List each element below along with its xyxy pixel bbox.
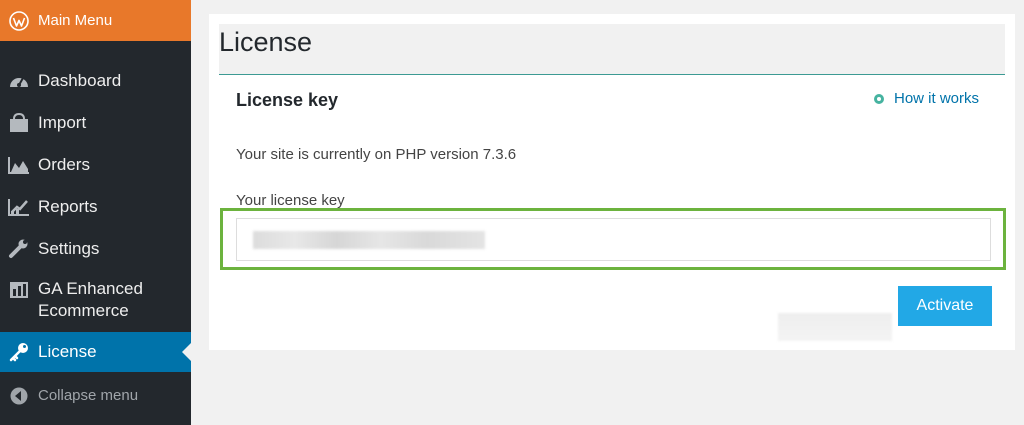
redacted-key-value (253, 230, 485, 249)
section-title: License key (236, 90, 339, 110)
collapse-icon (0, 386, 38, 406)
php-version-notice: Your site is currently on PHP version 7.… (236, 146, 517, 163)
admin-sidebar: Main Menu Dashboard Import Orders Report… (0, 0, 191, 425)
sidebar-item-orders[interactable]: Orders (0, 148, 191, 182)
page-header: License (219, 24, 1005, 75)
redaction-smudge (778, 313, 892, 341)
cart-icon (0, 113, 38, 133)
ga-icon (0, 278, 38, 299)
sidebar-item-label-line1: GA Enhanced (38, 279, 143, 298)
sidebar-item-label-line2: Ecommerce (38, 301, 129, 320)
sidebar-item-label: Reports (38, 197, 98, 216)
sidebar-item-label: Settings (38, 239, 100, 258)
license-key-input[interactable] (236, 218, 991, 261)
line-chart-icon (0, 197, 38, 217)
collapse-menu-button[interactable]: Collapse menu (0, 380, 191, 412)
sidebar-item-label: Dashboard (38, 71, 122, 90)
sidebar-item-settings[interactable]: Settings (0, 232, 191, 266)
main-menu-item[interactable]: Main Menu (0, 0, 191, 41)
sidebar-item-reports[interactable]: Reports (0, 190, 191, 224)
sidebar-item-import[interactable]: Import (0, 106, 191, 140)
wordpress-icon (0, 10, 34, 31)
sidebar-item-label: License (38, 342, 97, 361)
dashboard-icon (0, 71, 38, 91)
main-menu-label: Main Menu (38, 12, 113, 29)
key-icon (0, 342, 38, 362)
license-key-label: Your license key (236, 192, 345, 209)
how-it-works-label: How it works (894, 90, 980, 107)
page-title: License (219, 27, 313, 57)
area-chart-icon (0, 155, 38, 175)
sidebar-item-license[interactable]: License (0, 332, 191, 372)
sidebar-item-label: Import (38, 113, 87, 132)
wrench-icon (0, 239, 38, 259)
sidebar-item-ga-enhanced-ecommerce[interactable]: GA Enhanced Ecommerce (0, 278, 191, 324)
activate-button[interactable]: Activate (898, 286, 992, 326)
sidebar-item-label: GA Enhanced Ecommerce (38, 278, 143, 322)
circle-bullet-icon (874, 93, 884, 104)
sidebar-item-label: Orders (38, 155, 90, 174)
sidebar-item-dashboard[interactable]: Dashboard (0, 64, 191, 98)
how-it-works-link[interactable]: How it works (874, 90, 979, 107)
collapse-menu-label: Collapse menu (38, 387, 139, 404)
